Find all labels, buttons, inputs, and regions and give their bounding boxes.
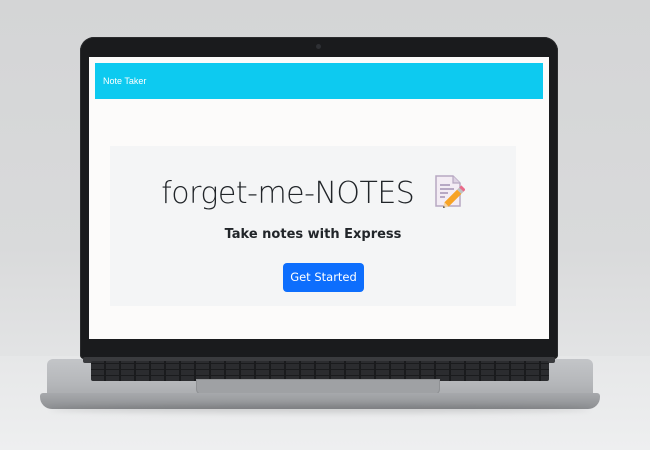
app-screen: Note Taker forget-me-NOTES Take notes wi… [89, 57, 549, 339]
hero-title-row: forget-me-NOTES [110, 174, 516, 213]
memo-icon [433, 174, 466, 213]
hero-section: forget-me-NOTES Take notes with Express … [110, 146, 516, 306]
laptop-keyboard [91, 361, 549, 381]
get-started-button[interactable]: Get Started [283, 263, 364, 292]
navbar: Note Taker [95, 63, 543, 99]
hero-tagline: Take notes with Express [224, 227, 402, 242]
laptop-shadow [50, 405, 590, 413]
navbar-brand[interactable]: Note Taker [103, 75, 146, 87]
page-title: forget-me-NOTES [161, 176, 415, 211]
webcam [316, 44, 321, 49]
